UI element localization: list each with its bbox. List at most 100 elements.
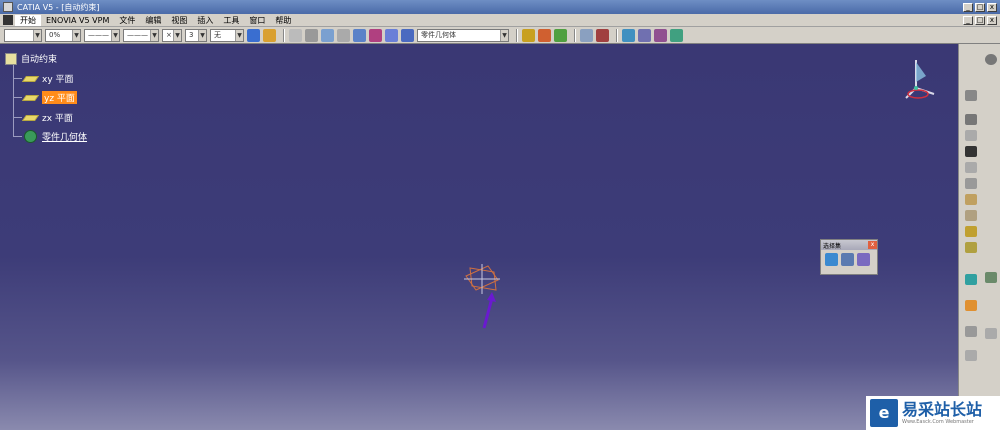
work-object-combo[interactable]: 零件几何体 ▼ xyxy=(417,28,509,42)
close-icon[interactable]: x xyxy=(868,241,877,249)
point-icon[interactable] xyxy=(965,350,977,361)
annotation-arrow-icon xyxy=(482,292,496,329)
menu-view[interactable]: 视图 xyxy=(166,15,192,26)
selection-group-icon[interactable] xyxy=(841,253,854,266)
tree-item-zx-plane[interactable]: zx 平面 xyxy=(13,111,73,124)
swap-icon[interactable] xyxy=(337,28,350,42)
tree-root-label: 自动约束 xyxy=(21,55,58,65)
window-titlebar: CATIA V5 - [自动约束] _ □ x xyxy=(0,0,1000,14)
menu-edit[interactable]: 编辑 xyxy=(140,15,166,26)
catia-app-icon xyxy=(3,2,13,12)
constraint-icon[interactable] xyxy=(985,272,997,283)
part-body-icon[interactable] xyxy=(522,28,535,42)
maximize-button[interactable]: □ xyxy=(975,2,985,12)
selection-set-title: 选择集 xyxy=(823,242,842,250)
menu-insert[interactable]: 插入 xyxy=(192,15,218,26)
chevron-down-icon: ▼ xyxy=(150,29,158,41)
line-thickness-combo[interactable]: ——— ▼ xyxy=(84,28,120,42)
menu-enovia[interactable]: ENOVIA V5 VPM xyxy=(41,16,114,25)
hole-icon[interactable] xyxy=(965,146,977,157)
fit-all-icon[interactable] xyxy=(305,28,318,42)
shell-icon[interactable] xyxy=(965,242,977,253)
toolbar-separator xyxy=(616,28,618,42)
pocket-icon[interactable] xyxy=(965,130,977,141)
plane-icon xyxy=(21,94,40,101)
sketch-icon[interactable] xyxy=(965,90,977,101)
transparency-combo[interactable]: 0% ▼ xyxy=(45,28,81,42)
knowledge-icon[interactable] xyxy=(654,28,667,42)
formula-icon[interactable] xyxy=(670,28,683,42)
color-combo[interactable]: ▼ xyxy=(4,28,42,42)
iso-view-icon[interactable] xyxy=(385,28,398,42)
compass-icon[interactable] xyxy=(902,54,942,104)
axis-system-icon xyxy=(464,264,500,294)
doc-minimize-button[interactable]: _ xyxy=(963,15,973,25)
axis-tool-icon[interactable] xyxy=(985,328,997,339)
watermark-title: 易采站长站 xyxy=(902,400,983,419)
easck-logo-icon: e xyxy=(870,399,898,427)
fly-mode-icon[interactable] xyxy=(289,28,302,42)
normal-view-icon[interactable] xyxy=(353,28,366,42)
fillet-icon[interactable] xyxy=(965,194,977,205)
rib-icon[interactable] xyxy=(965,178,977,189)
close-button[interactable]: x xyxy=(987,2,997,12)
pad-icon[interactable] xyxy=(965,114,977,125)
shading-icon[interactable] xyxy=(401,28,414,42)
point-symbol-combo[interactable]: × ▼ xyxy=(162,28,182,42)
window-title: CATIA V5 - [自动约束] xyxy=(17,2,100,12)
ordered-set-icon[interactable] xyxy=(554,28,567,42)
menu-start[interactable]: 开始 xyxy=(15,14,41,26)
chevron-down-icon: ▼ xyxy=(198,29,206,41)
brush-icon[interactable] xyxy=(263,28,276,42)
tree-root[interactable]: 自动约束 xyxy=(5,52,57,65)
chevron-down-icon: ▼ xyxy=(173,29,181,41)
apply-material-icon[interactable] xyxy=(622,28,635,42)
chamfer-icon[interactable] xyxy=(965,210,977,221)
menu-bar: 开始 ENOVIA V5 VPM 文件 编辑 视图 插入 工具 窗口 帮助 _ … xyxy=(0,14,1000,27)
line-icon[interactable] xyxy=(965,326,977,337)
part-icon xyxy=(5,52,17,65)
minimize-button[interactable]: _ xyxy=(963,2,973,12)
catalog-icon[interactable] xyxy=(638,28,651,42)
tree-item-label: 零件几何体 xyxy=(42,133,88,143)
axis-icon[interactable] xyxy=(321,28,334,42)
3d-viewport[interactable]: 自动约束 xy 平面 yz 平面 zx 平面 零件几何体 选择集 x xyxy=(0,44,958,430)
watermark-logo: e 易采站长站 Www.Easck.Com Webmaster xyxy=(866,396,1000,430)
chevron-down-icon: ▼ xyxy=(72,29,80,41)
menu-window[interactable]: 窗口 xyxy=(244,15,270,26)
layer-combo[interactable]: 无 ▼ xyxy=(210,28,244,42)
tree-item-label: yz 平面 xyxy=(42,91,77,104)
tree-item-label: xy 平面 xyxy=(42,75,74,85)
tree-item-xy-plane[interactable]: xy 平面 xyxy=(13,72,74,85)
document-icon[interactable] xyxy=(3,15,13,25)
format-painter-icon[interactable] xyxy=(247,28,260,42)
menu-help[interactable]: 帮助 xyxy=(270,15,296,26)
geometrical-set-icon[interactable] xyxy=(538,28,551,42)
groove-icon[interactable] xyxy=(965,162,977,173)
plane-icon xyxy=(21,75,40,82)
watermark-subtitle: Www.Easck.Com Webmaster xyxy=(902,419,974,425)
menu-tools[interactable]: 工具 xyxy=(218,15,244,26)
measure-item-icon[interactable] xyxy=(596,28,609,42)
toolbar-separator xyxy=(516,28,518,42)
chevron-down-icon: ▼ xyxy=(111,29,119,41)
tree-item-part-body[interactable]: 零件几何体 xyxy=(13,130,87,143)
chevron-down-icon: ▼ xyxy=(500,29,508,41)
selection-set-icon[interactable] xyxy=(825,253,838,266)
tree-item-yz-plane[interactable]: yz 平面 xyxy=(13,91,77,104)
gear-icon[interactable] xyxy=(985,54,997,65)
measure-icon[interactable] xyxy=(580,28,593,42)
plane-tool-icon[interactable] xyxy=(965,274,977,285)
doc-close-button[interactable]: x xyxy=(987,15,997,25)
doc-restore-button[interactable]: □ xyxy=(975,15,985,25)
menu-file[interactable]: 文件 xyxy=(114,15,140,26)
multi-view-icon[interactable] xyxy=(369,28,382,42)
select-icon[interactable] xyxy=(965,300,977,311)
query-icon[interactable] xyxy=(857,253,870,266)
layer-number-combo[interactable]: 3 ▼ xyxy=(185,28,207,42)
chevron-down-icon: ▼ xyxy=(235,29,243,41)
draft-icon[interactable] xyxy=(965,226,977,237)
chevron-down-icon: ▼ xyxy=(33,29,41,41)
selection-set-toolbar[interactable]: 选择集 x xyxy=(820,239,878,275)
line-type-combo[interactable]: ——— ▼ xyxy=(123,28,159,42)
